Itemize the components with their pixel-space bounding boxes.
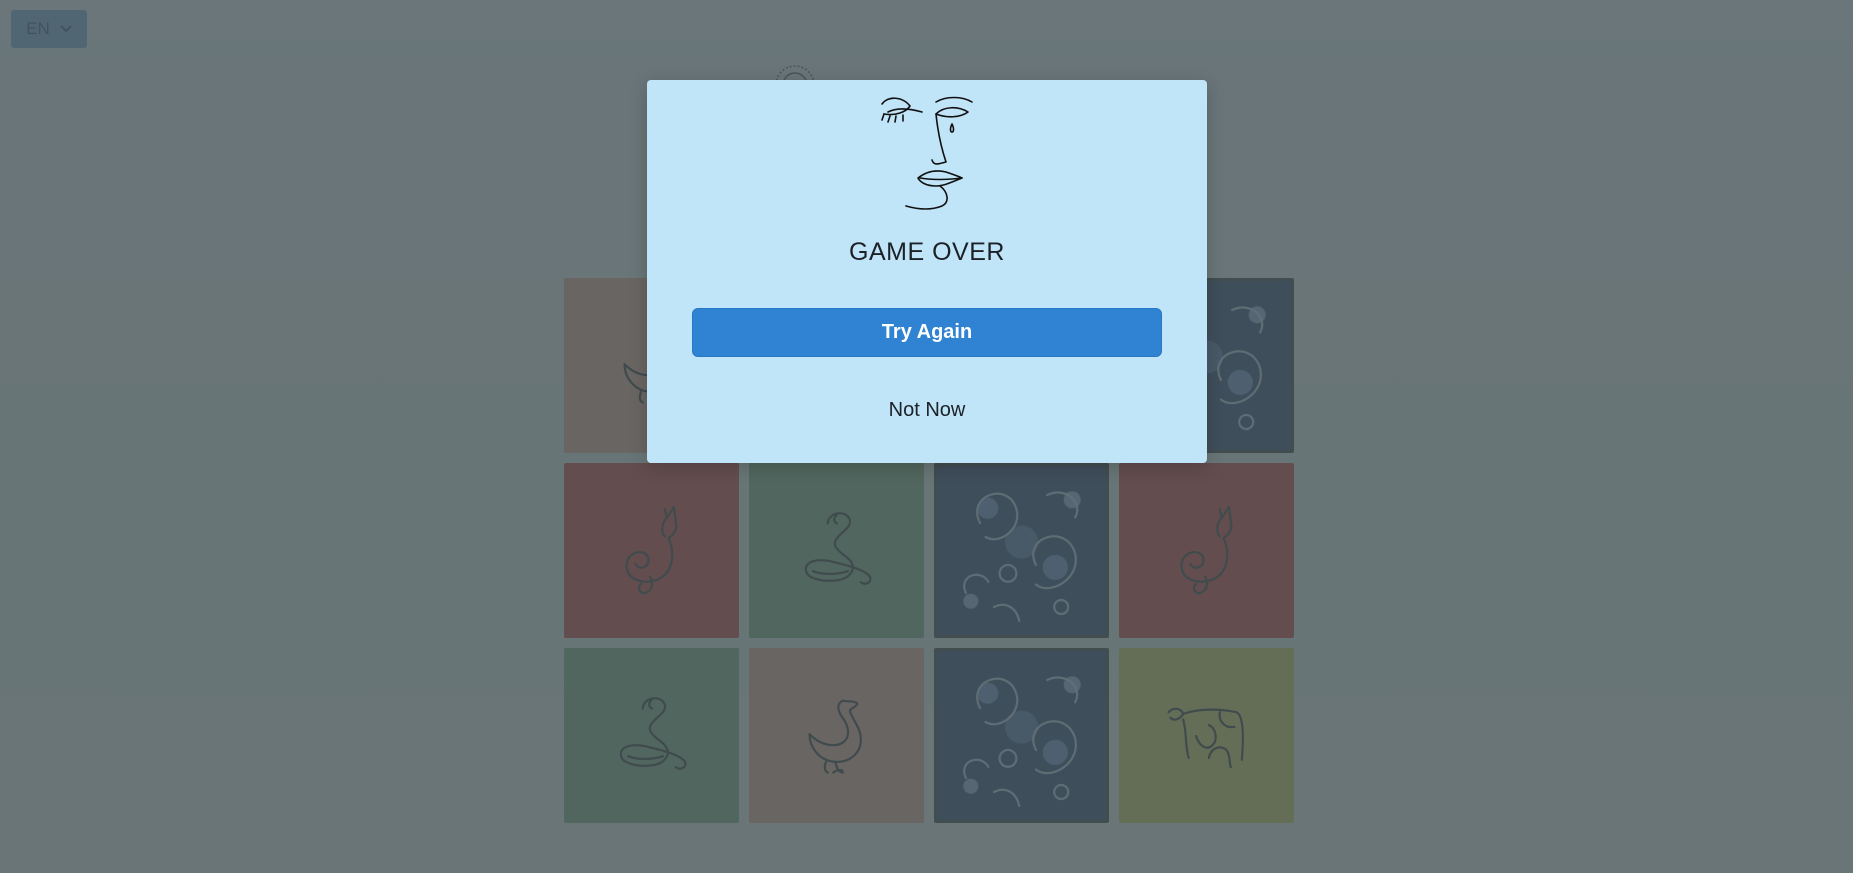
dialog-title: GAME OVER	[849, 238, 1005, 266]
try-again-button[interactable]: Try Again	[692, 308, 1162, 357]
not-now-button[interactable]: Not Now	[692, 390, 1162, 430]
crying-face-icon	[881, 96, 973, 210]
game-over-dialog: GAME OVER Try Again Not Now	[647, 80, 1207, 463]
